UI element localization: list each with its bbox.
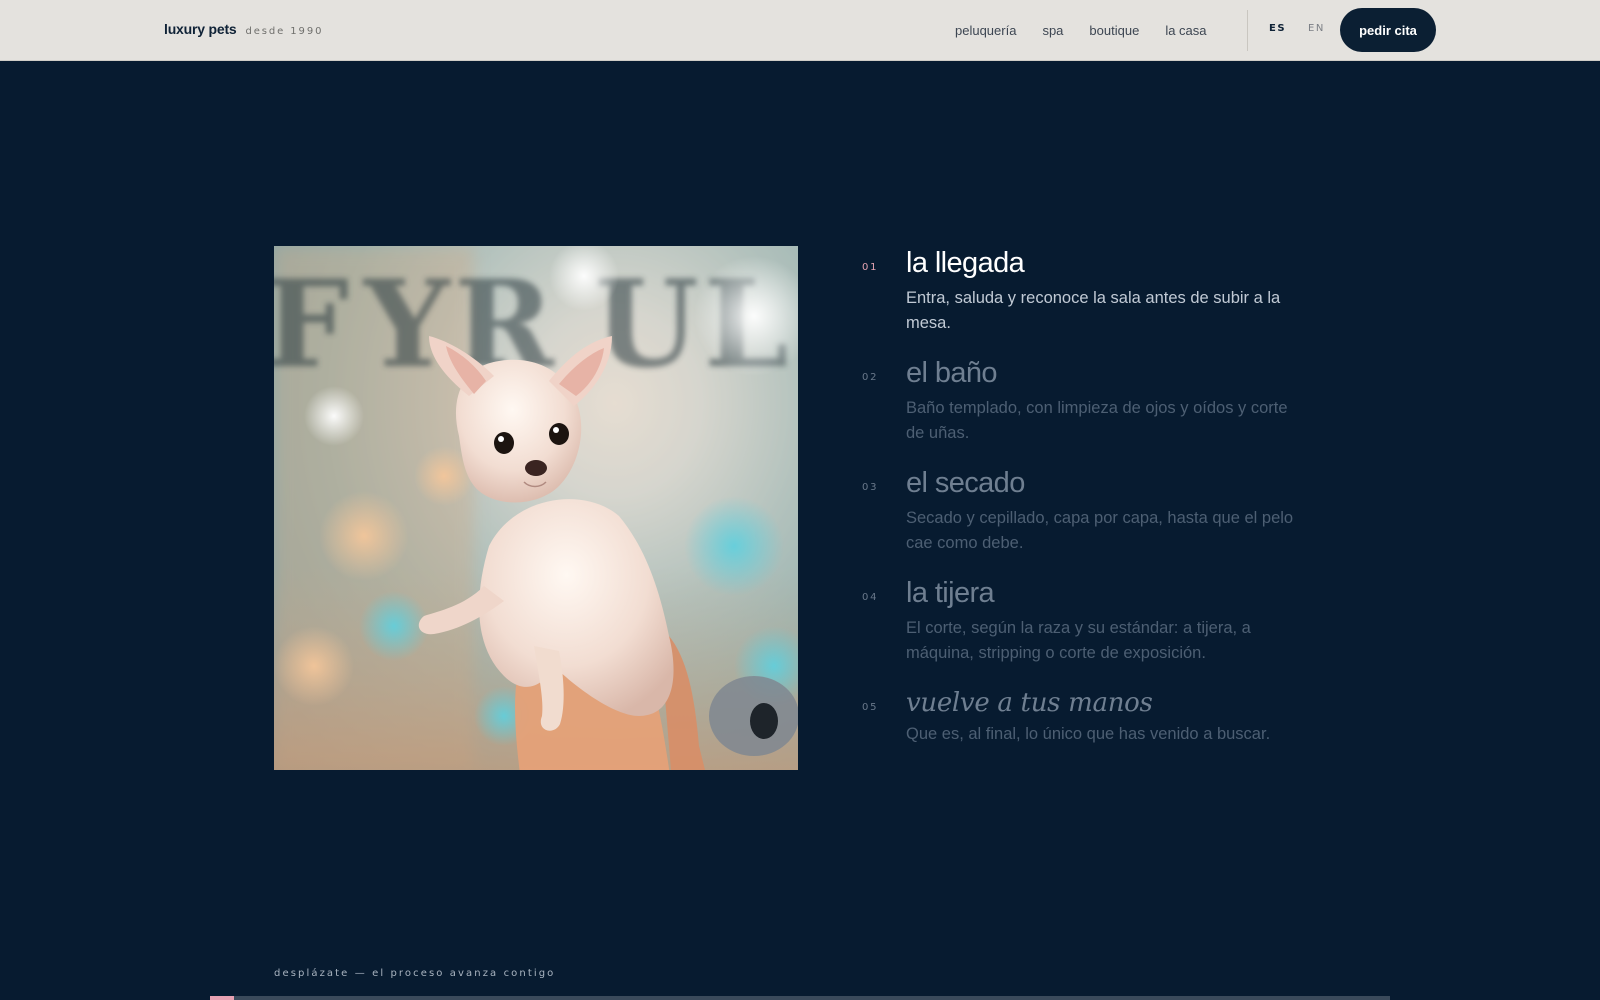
step-number: 01 [862,262,879,273]
step-vuelve-a-tus-manos[interactable]: 05 vuelve a tus manos Que es, al final, … [862,686,1302,766]
step-title: el baño [906,357,998,389]
main-nav: peluquería spa boutique la casa [955,0,1233,60]
step-la-llegada[interactable]: 01 la llegada Entra, saluda y reconoce l… [862,246,1302,356]
nav-divider [1247,10,1248,51]
step-title: vuelve a tus manos [906,688,1153,718]
nav-link-boutique[interactable]: boutique [1089,23,1139,38]
grooming-steps: 01 la llegada Entra, saluda y reconoce l… [862,246,1302,766]
hero-photo: F Y R U L [274,246,798,770]
step-description: Que es, al final, lo único que has venid… [906,725,1271,743]
step-description: El corte, según la raza y su estándar: a… [906,619,1251,662]
language-es-button[interactable]: ES [1269,23,1286,34]
step-number: 04 [862,592,879,603]
svg-text:F: F [274,254,349,395]
scroll-hint: desplázate — el proceso avanza contigo [274,968,556,979]
scroll-progress-fill [210,996,234,1000]
step-el-bano[interactable]: 02 el baño Baño templado, con limpieza d… [862,356,1302,466]
step-description: Secado y cepillado, capa por capa, hasta… [906,509,1294,552]
step-number: 05 [862,702,879,713]
brand-tagline: desde 1990 [245,26,324,37]
step-description: Baño templado, con limpieza de ojos y oí… [906,399,1288,442]
nav-link-spa[interactable]: spa [1042,23,1063,38]
step-el-secado[interactable]: 03 el secado Secado y cepillado, capa po… [862,466,1302,576]
scroll-progress-bar [210,996,1390,1000]
nav-link-peluqueria[interactable]: peluquería [955,23,1016,38]
site-header: luxury pets desde 1990 peluquería spa bo… [0,0,1600,61]
brand-name[interactable]: luxury pets [164,21,237,37]
step-title: la tijera [906,577,995,609]
book-appointment-button[interactable]: pedir cita [1340,8,1436,52]
nav-link-la-casa[interactable]: la casa [1165,23,1206,38]
step-title: el secado [906,467,1025,499]
brand[interactable]: luxury pets desde 1990 [164,21,323,37]
svg-text:Y: Y [362,254,451,395]
language-en-button[interactable]: EN [1308,23,1325,34]
step-number: 03 [862,482,879,493]
step-description: Entra, saluda y reconoce la sala antes d… [906,289,1281,332]
step-title: la llegada [906,247,1025,279]
step-la-tijera[interactable]: 04 la tijera El corte, según la raza y s… [862,576,1302,686]
step-number: 02 [862,372,879,383]
chihuahua-photo-icon: F Y R U L [274,246,798,770]
